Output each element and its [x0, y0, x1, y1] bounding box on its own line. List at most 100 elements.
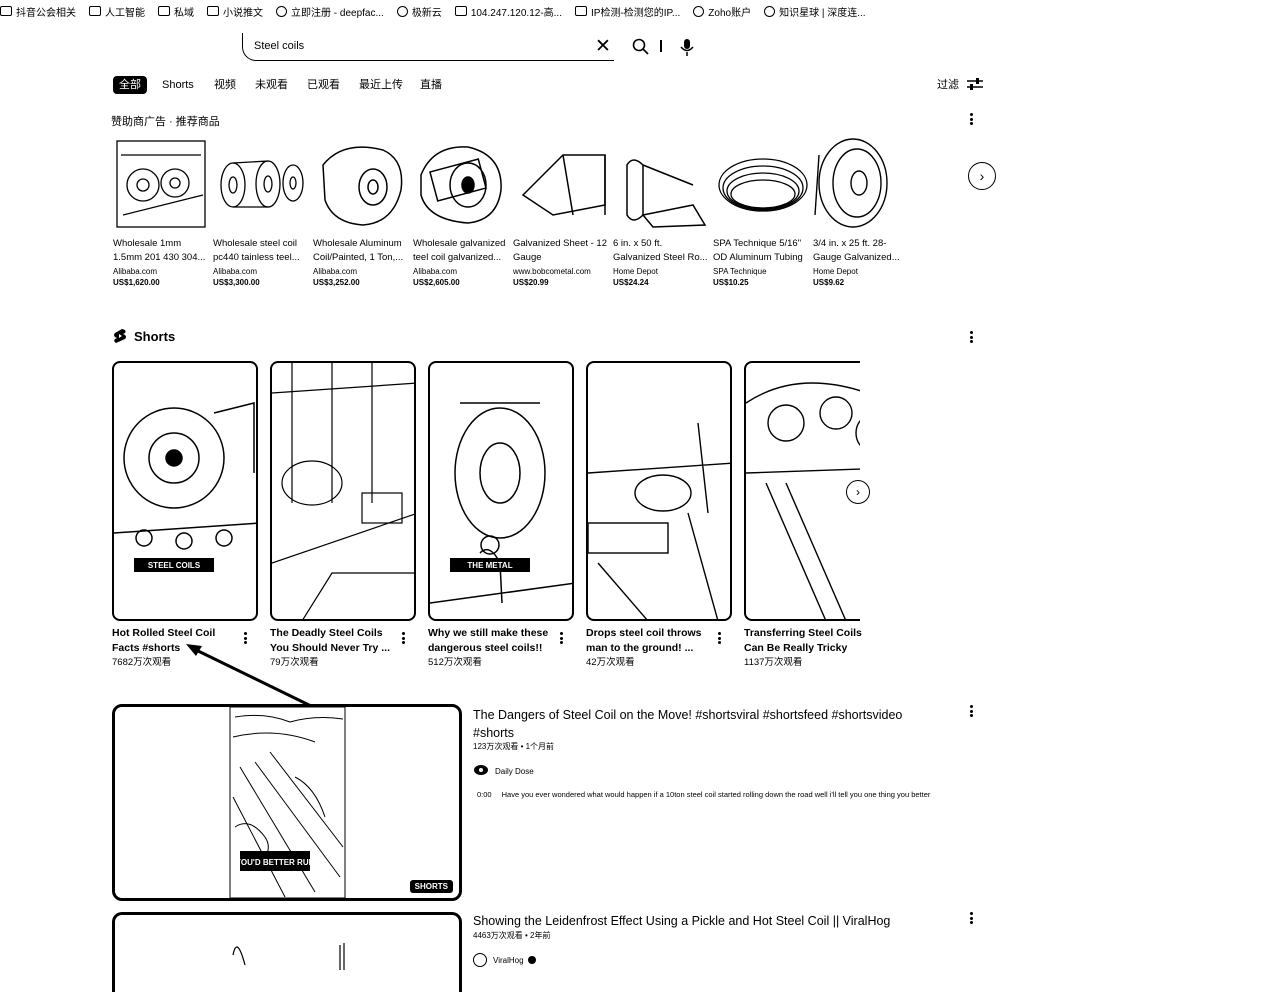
- video-thumbnail[interactable]: [112, 912, 462, 992]
- shorts-logo-icon: [114, 329, 126, 343]
- product-card[interactable]: Wholesale 1mm 1.5mm 201 430 304... Alibab…: [113, 135, 209, 288]
- short-views: 512万次观看: [428, 657, 482, 668]
- bookmark-item[interactable]: 极新云: [396, 4, 442, 19]
- product-card[interactable]: 3/4 in. x 25 ft. 28-Gauge Galvanized... H…: [813, 135, 909, 288]
- bookmark-item[interactable]: 知识星球 | 深度连...: [764, 4, 866, 19]
- shorts-next-arrow-icon[interactable]: ›: [846, 480, 870, 504]
- chip-recently-uploaded[interactable]: 最近上传: [359, 76, 403, 94]
- bookmark-label: 人工智能: [105, 7, 145, 19]
- short-card[interactable]: STEEL COILS Hot Rolled Steel Coil Facts #…: [112, 361, 258, 670]
- search-icon[interactable]: [631, 37, 651, 57]
- bookmark-item[interactable]: Zoho账户: [693, 4, 751, 19]
- bookmark-item[interactable]: 立即注册 - deepfac...: [276, 4, 384, 19]
- more-options-icon[interactable]: [964, 704, 978, 718]
- product-card[interactable]: SPA Technique 5/16" OD Aluminum Tubing SP…: [713, 135, 809, 288]
- product-image: [513, 135, 609, 231]
- product-card[interactable]: Wholesale Aluminum Coil/Painted, 1 Ton,.…: [313, 135, 409, 288]
- bookmark-item[interactable]: IP检测-检测您的IP...: [575, 4, 680, 19]
- bookmark-item[interactable]: 小说推文: [207, 4, 263, 19]
- filter-button[interactable]: 过滤: [937, 76, 983, 92]
- timestamp-link[interactable]: 0:00: [477, 790, 492, 799]
- product-image: [313, 135, 409, 231]
- product-title: 6 in. x 50 ft. Galvanized Steel Ro...: [613, 238, 708, 263]
- more-options-icon[interactable]: [964, 330, 978, 344]
- product-price: US$3,300.00: [213, 278, 260, 287]
- folder-icon: [0, 6, 12, 16]
- chip-watched[interactable]: 已观看: [307, 76, 340, 94]
- product-price: US$2,605.00: [413, 278, 460, 287]
- short-thumbnail: [270, 361, 416, 621]
- bookmark-label: 立即注册 - deepfac...: [291, 7, 384, 19]
- chip-shorts[interactable]: Shorts: [162, 76, 194, 94]
- channel-link[interactable]: ViralHog: [473, 953, 536, 967]
- chip-all[interactable]: 全部: [113, 76, 147, 94]
- short-card[interactable]: Drops steel coil throws man to the groun…: [586, 361, 732, 670]
- bookmark-item[interactable]: 抖音公会相关: [0, 4, 76, 19]
- video-thumbnail-image: [232, 943, 345, 970]
- chip-unwatched[interactable]: 未观看: [255, 76, 288, 94]
- channel-name: Daily Dose: [495, 766, 534, 776]
- video-title[interactable]: Showing the Leidenfrost Effect Using a P…: [473, 912, 933, 930]
- product-title: Wholesale galvanized teel coil galvanize…: [413, 238, 506, 263]
- video-meta: 4463万次观看 • 2年前: [473, 931, 551, 940]
- verified-icon: [527, 956, 536, 964]
- divider: [660, 40, 662, 52]
- bookmark-item[interactable]: 人工智能: [89, 4, 145, 19]
- product-card[interactable]: 6 in. x 50 ft. Galvanized Steel Ro... Hom…: [613, 135, 709, 288]
- folder-icon: [158, 6, 170, 16]
- more-options-icon[interactable]: [554, 631, 568, 645]
- chip-videos[interactable]: 视频: [214, 76, 236, 94]
- more-options-icon[interactable]: [964, 911, 978, 925]
- bookmark-item[interactable]: 私域: [158, 4, 194, 19]
- site-icon: [454, 6, 467, 16]
- bookmark-item[interactable]: 104.247.120.12-高...: [454, 4, 562, 19]
- product-title: Wholesale Aluminum Coil/Painted, 1 Ton,.…: [313, 238, 404, 263]
- clear-search-icon[interactable]: ✕: [595, 37, 611, 56]
- product-price: US$10.25: [713, 278, 749, 287]
- product-card[interactable]: Galvanized Sheet - 12 Gauge www.bobcometa…: [513, 135, 609, 288]
- bookmarks-bar: 抖音公会相关 人工智能 私域 小说推文 立即注册 - deepfac... 极新…: [0, 0, 1280, 22]
- product-price: US$1,620.00: [113, 278, 160, 287]
- product-seller: Home Depot: [813, 267, 858, 276]
- product-card[interactable]: Wholesale galvanized teel coil galvanize…: [413, 135, 509, 288]
- more-options-icon[interactable]: [964, 112, 978, 126]
- zoho-icon: [693, 5, 705, 17]
- product-title: SPA Technique 5/16" OD Aluminum Tubing: [713, 238, 803, 263]
- description-text: Have you ever wondered what would happen…: [501, 790, 931, 799]
- bookmark-label: 小说推文: [223, 7, 263, 19]
- video-title[interactable]: The Dangers of Steel Coil on the Move! #…: [473, 706, 933, 742]
- sliders-icon: [967, 78, 983, 90]
- bookmark-label: Zoho账户: [708, 7, 752, 19]
- video-thumbnail[interactable]: YOU'D BETTER RUN SHORTS: [112, 704, 462, 901]
- product-image: [713, 135, 809, 231]
- video-description: 0:00 Have you ever wondered what would ha…: [473, 789, 963, 800]
- product-image: [613, 135, 709, 231]
- microphone-icon[interactable]: [679, 37, 695, 57]
- product-title: 3/4 in. x 25 ft. 28-Gauge Galvanized...: [813, 238, 900, 263]
- short-thumbnail: THE METAL: [428, 361, 574, 621]
- product-title: Galvanized Sheet - 12 Gauge: [513, 238, 608, 263]
- search-query[interactable]: Steel coils: [254, 40, 304, 52]
- short-card[interactable]: Transferring Steel Coils Can Be Really T…: [744, 361, 890, 670]
- more-options-icon[interactable]: [712, 631, 726, 645]
- bookmark-label: 104.247.120.12-高...: [470, 7, 562, 19]
- chip-live[interactable]: 直播: [420, 76, 442, 94]
- short-overlay-text: STEEL COILS: [148, 561, 201, 570]
- channel-link[interactable]: Daily Dose: [473, 764, 534, 778]
- product-seller: Home Depot: [613, 267, 658, 276]
- more-options-icon[interactable]: [396, 631, 410, 645]
- product-image: [813, 135, 909, 231]
- product-card[interactable]: Wholesale steel coil pc440 tainless teel…: [213, 135, 309, 288]
- product-image: [413, 135, 509, 231]
- product-title: Wholesale steel coil pc440 tainless teel…: [213, 238, 300, 263]
- short-card[interactable]: THE METAL Why we still make these dangero…: [428, 361, 574, 670]
- bookmark-label: 私域: [174, 7, 194, 19]
- site-icon: [575, 6, 587, 16]
- next-arrow-icon[interactable]: ›: [968, 162, 996, 190]
- video-overlay-text: YOU'D BETTER RUN: [236, 858, 315, 867]
- product-image: [113, 135, 209, 231]
- short-views: 1137万次观看: [744, 657, 803, 668]
- short-card[interactable]: The Deadly Steel Coils You Should Never …: [270, 361, 416, 670]
- short-thumbnail: [586, 361, 732, 621]
- short-title: Why we still make these dangerous steel …: [428, 627, 549, 654]
